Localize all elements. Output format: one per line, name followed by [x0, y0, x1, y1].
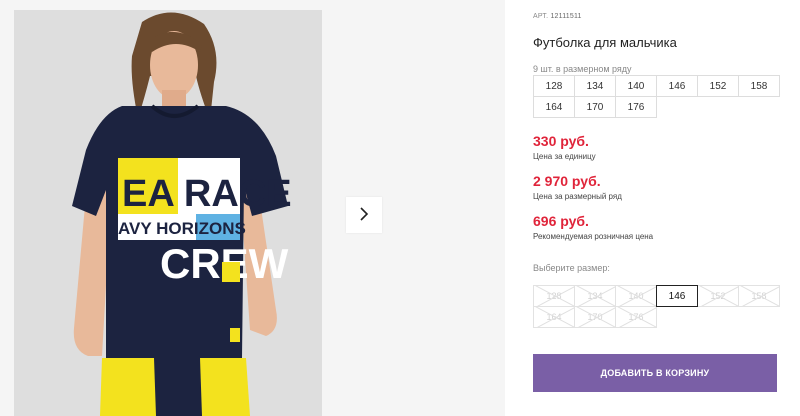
size-row-cell: 170: [574, 96, 616, 118]
add-to-cart-button[interactable]: ДОБАВИТЬ В КОРЗИНУ: [533, 354, 777, 392]
size-row-note: 9 шт. в размерном ряду: [533, 64, 632, 74]
size-row-cell: 158: [738, 75, 780, 97]
boy-in-tshirt-image: EA RACE AVY HORIZONS CREW: [14, 10, 322, 416]
size-option-disabled: 152: [697, 285, 739, 307]
size-row-price: 2 970 руб.: [533, 173, 601, 189]
article-label: АРТ.: [533, 13, 549, 20]
article-number: АРТ. 12111511: [533, 13, 582, 20]
size-picker-label: Выберите размер:: [533, 263, 610, 273]
size-row-cell: 140: [615, 75, 657, 97]
size-row-price-label: Цена за размерный ряд: [533, 192, 622, 201]
size-option-disabled: 164: [533, 306, 575, 328]
unit-price: 330 руб.: [533, 133, 589, 149]
size-row-cell: 152: [697, 75, 739, 97]
shirt-print-line2: AVY HORIZONS: [118, 219, 246, 238]
size-row-cell: 164: [533, 96, 575, 118]
size-picker: 128 134 140 146 152 158 164 170 176: [533, 285, 780, 328]
size-option-disabled: 140: [615, 285, 657, 307]
size-row-cell: 176: [615, 96, 657, 118]
retail-price: 696 руб.: [533, 213, 589, 229]
gallery-next-button[interactable]: [346, 197, 382, 233]
size-option-disabled: 128: [533, 285, 575, 307]
size-option-disabled: 176: [615, 306, 657, 328]
chevron-right-icon: [358, 206, 370, 225]
size-row-cell: 128: [533, 75, 575, 97]
product-photo: EA RACE AVY HORIZONS CREW: [14, 10, 322, 416]
size-row-grid: 128 134 140 146 152 158 164 170 176: [533, 75, 780, 118]
unit-price-label: Цена за единицу: [533, 152, 596, 161]
size-option-selected[interactable]: 146: [656, 285, 698, 307]
product-title: Футболка для мальчика: [533, 35, 677, 50]
shirt-print-line1: EA RACE: [122, 173, 292, 215]
size-row-cell: 146: [656, 75, 698, 97]
product-gallery: EA RACE AVY HORIZONS CREW: [0, 0, 505, 416]
size-option-disabled: 170: [574, 306, 616, 328]
size-option-disabled: 158: [738, 285, 780, 307]
retail-price-label: Рекомендуемая розничная цена: [533, 232, 654, 241]
article-value: 12111511: [550, 13, 582, 20]
size-option-disabled: 134: [574, 285, 616, 307]
size-row-cell: 134: [574, 75, 616, 97]
